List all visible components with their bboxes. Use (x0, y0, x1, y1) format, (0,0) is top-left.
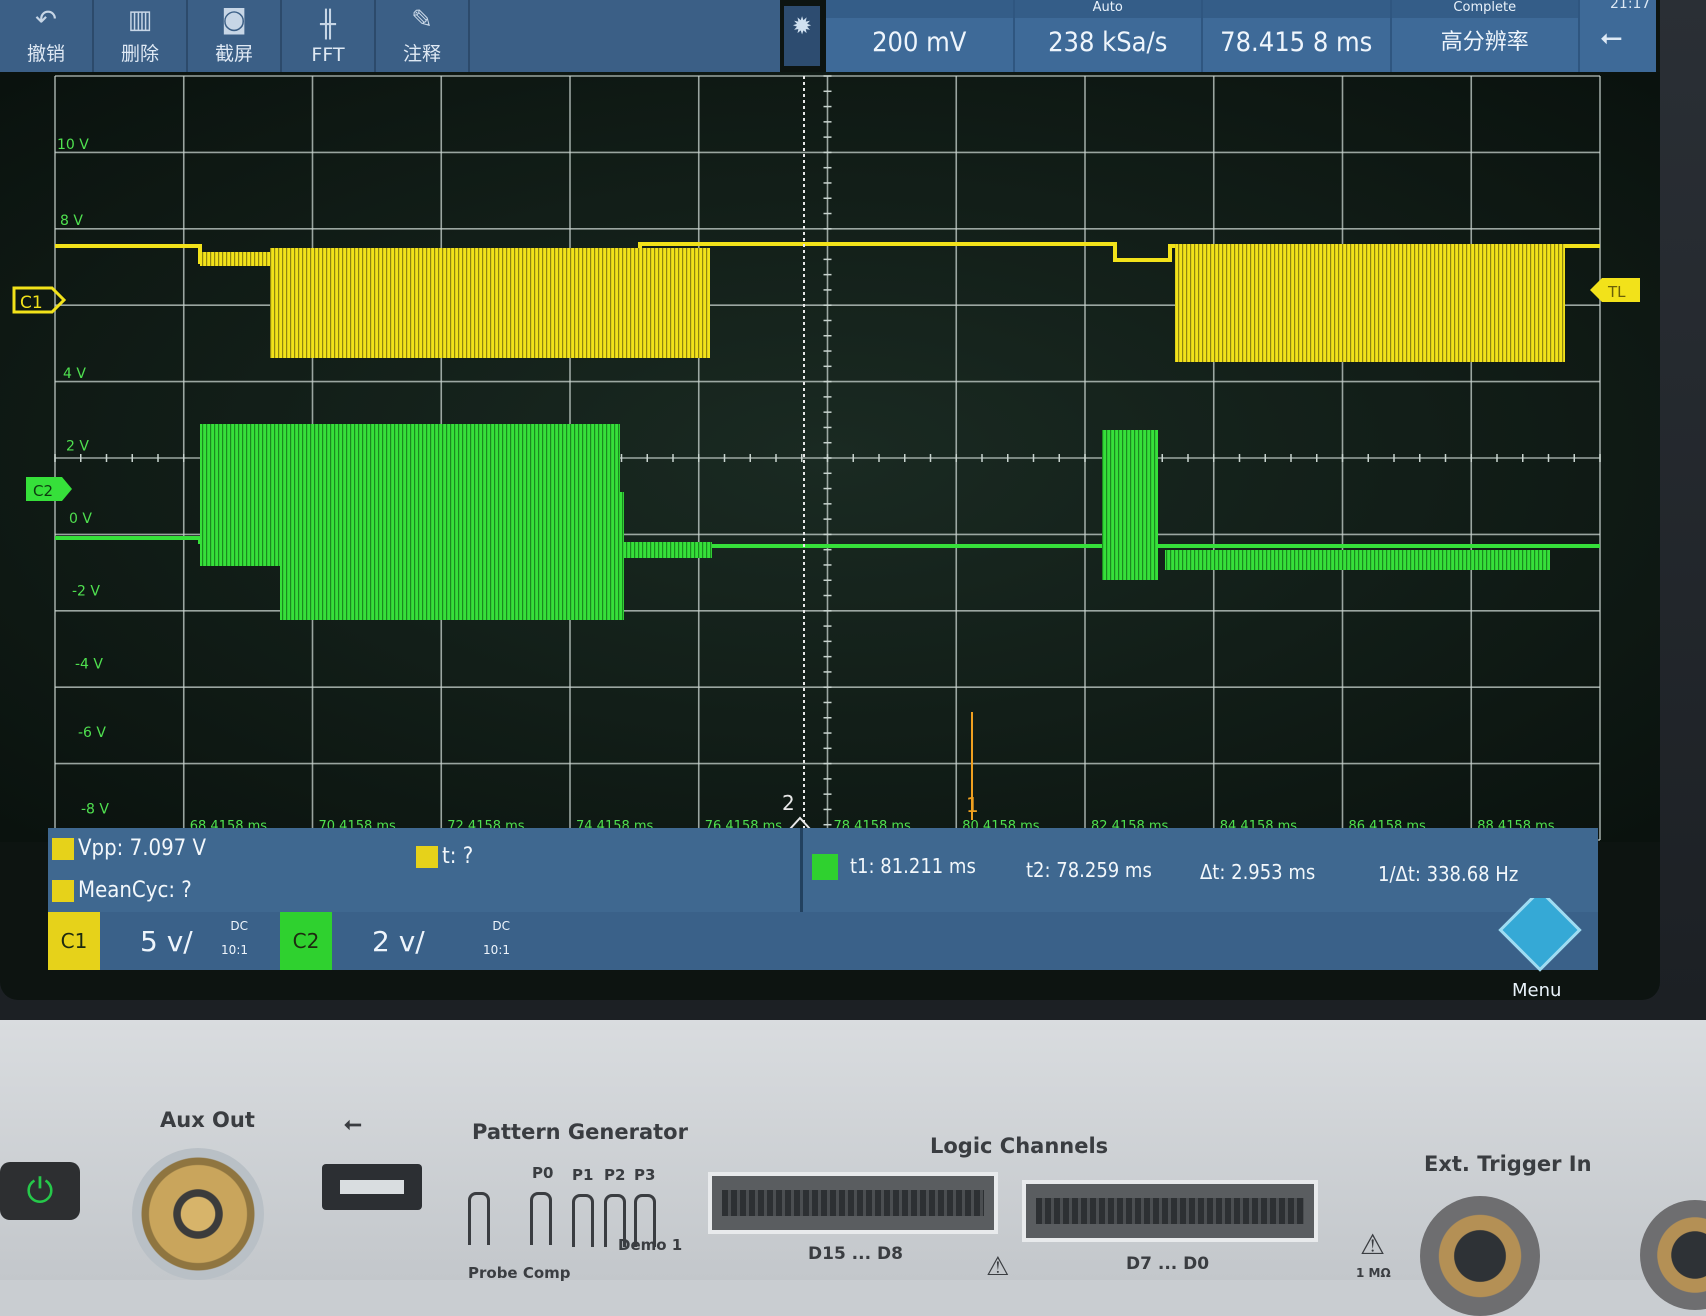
status-time-position[interactable]: 78.415 8 ms (1203, 0, 1392, 72)
scope-screen: ↶ 撤销 ▥ 删除 ◙ 截屏 ╫ FFT ✎ 注释 ✹ 200 mV Auto 238 kS… (0, 0, 1660, 1000)
voltage-label: 10 V (57, 137, 89, 153)
voltage-label: -8 V (81, 801, 109, 817)
cursor-2-label: 2 (782, 791, 795, 815)
ext-trigger-label: Ext. Trigger In (1424, 1152, 1592, 1176)
logic-channels-label: Logic Channels (930, 1134, 1109, 1158)
screenshot-button[interactable]: ◙ 截屏 (188, 0, 282, 72)
ch1-burst-lead (200, 252, 270, 266)
voltage-label: -2 V (72, 584, 100, 600)
usb-icon: ⭠ (1600, 20, 1623, 53)
channel-1-setting[interactable]: C1 5 v/ DC 10:1 (48, 912, 253, 970)
status-vertical-scale[interactable]: 200 mV (826, 0, 1015, 72)
demo-label: Demo 1 (618, 1236, 683, 1254)
svg-text:TL: TL (1607, 283, 1626, 301)
voltage-label: 2 V (66, 439, 89, 455)
voltage-label: -4 V (75, 656, 103, 672)
settings-gear-button[interactable]: ✹ (784, 6, 820, 66)
warning-icon: ⚠ (986, 1252, 1010, 1282)
usb-icon: ⭠ (344, 1112, 362, 1137)
pattern-generator-label: Pattern Generator (472, 1120, 688, 1144)
usb-port[interactable] (322, 1164, 422, 1210)
menu-button[interactable]: Menu (1490, 888, 1590, 1000)
pin-p3-label: P3 (634, 1166, 656, 1184)
voltage-label: -6 V (78, 725, 106, 741)
fft-button[interactable]: ╫ FFT (282, 0, 376, 72)
ch2-burst-1-lower (280, 492, 624, 620)
power-icon: ⏻ (26, 1171, 54, 1211)
svg-text:C1: C1 (20, 293, 43, 313)
ch1-burst-2 (1175, 244, 1565, 362)
channel-2-setting[interactable]: C2 2 v/ DC 10:1 (280, 912, 516, 970)
voltage-label: 0 V (69, 511, 92, 527)
probe-comp-hook[interactable] (468, 1192, 490, 1245)
pencil-icon: ✎ (411, 5, 433, 35)
ext-trigger-bnc-connector[interactable] (1420, 1196, 1540, 1316)
logic-connector-d7-d0[interactable] (1022, 1180, 1318, 1242)
d7-d0-label: D7 ... D0 (1126, 1254, 1210, 1274)
undo-icon: ↶ (35, 5, 57, 35)
pin-p1-label: P1 (572, 1166, 594, 1184)
ch2-tail-2 (1165, 550, 1550, 570)
pattern-pin-p0[interactable] (530, 1192, 552, 1245)
d15-d8-label: D15 ... D8 (808, 1244, 903, 1264)
cursor-delta-readout[interactable]: Δt: 2.953 ms (1200, 860, 1315, 884)
ch2-tail-1 (622, 542, 712, 558)
camera-icon: ◙ (221, 5, 247, 35)
period-measurement[interactable]: t: ? (442, 844, 473, 869)
warning-icon: ⚠ (1360, 1228, 1386, 1261)
voltage-label: 4 V (63, 366, 86, 382)
power-button[interactable]: ⏻ (0, 1162, 80, 1220)
probe-comp-label: Probe Comp (468, 1264, 571, 1282)
ch1-color-chip (52, 880, 74, 902)
impedance-label: 1 MΩ (1356, 1266, 1391, 1280)
top-toolbar: ↶ 撤销 ▥ 删除 ◙ 截屏 ╫ FFT ✎ 注释 (0, 0, 780, 72)
logic-connector-d15-d8[interactable] (708, 1172, 998, 1234)
ch1-color-chip (416, 846, 438, 868)
acquisition-status-bar: 200 mV Auto 238 kSa/s 78.415 8 ms Complet… (826, 0, 1656, 72)
delete-button[interactable]: ▥ 删除 (94, 0, 188, 72)
cursor-1-label: 1 (966, 793, 979, 817)
cursor-t2-readout[interactable]: t2: 78.259 ms (1026, 858, 1152, 882)
cursor-t1-readout[interactable]: t1: 81.211 ms (850, 854, 976, 878)
ch2-burst-2 (1102, 430, 1158, 580)
fft-icon: ╫ (320, 10, 336, 40)
voltage-label: 8 V (60, 213, 83, 229)
ch1-burst-1 (270, 248, 710, 358)
trash-icon: ▥ (127, 5, 153, 35)
aux-out-bnc-connector[interactable] (132, 1148, 264, 1280)
undo-button[interactable]: ↶ 撤销 (0, 0, 94, 72)
vpp-measurement[interactable]: Vpp: 7.097 V (78, 836, 206, 861)
status-acquisition-mode[interactable]: Complete 高分辨率 (1391, 0, 1580, 72)
annotate-button[interactable]: ✎ 注释 (376, 0, 470, 72)
clock-readout: 21:17 (1610, 0, 1651, 12)
ch1-color-chip (52, 838, 74, 860)
channel-bar: C1 5 v/ DC 10:1 C2 2 v/ DC 10:1 (48, 912, 1598, 970)
gear-icon: ✹ (791, 12, 813, 40)
svg-text:C2: C2 (33, 482, 53, 500)
pin-p2-label: P2 (604, 1166, 626, 1184)
waveform-display[interactable]: 10 V8 V4 V2 V0 V-2 V-4 V-6 V-8 V 68.4158… (0, 72, 1660, 842)
meancyc-measurement[interactable]: MeanCyc: ? (78, 878, 192, 903)
pin-p0-label: P0 (532, 1164, 554, 1182)
ch2-color-chip (812, 854, 838, 880)
aux-out-label: Aux Out (160, 1108, 255, 1132)
pattern-pin-p1[interactable] (572, 1194, 594, 1247)
cursor-frequency-readout[interactable]: 1/Δt: 338.68 Hz (1378, 862, 1518, 886)
status-sample-rate[interactable]: Auto 238 kSa/s (1014, 0, 1203, 72)
